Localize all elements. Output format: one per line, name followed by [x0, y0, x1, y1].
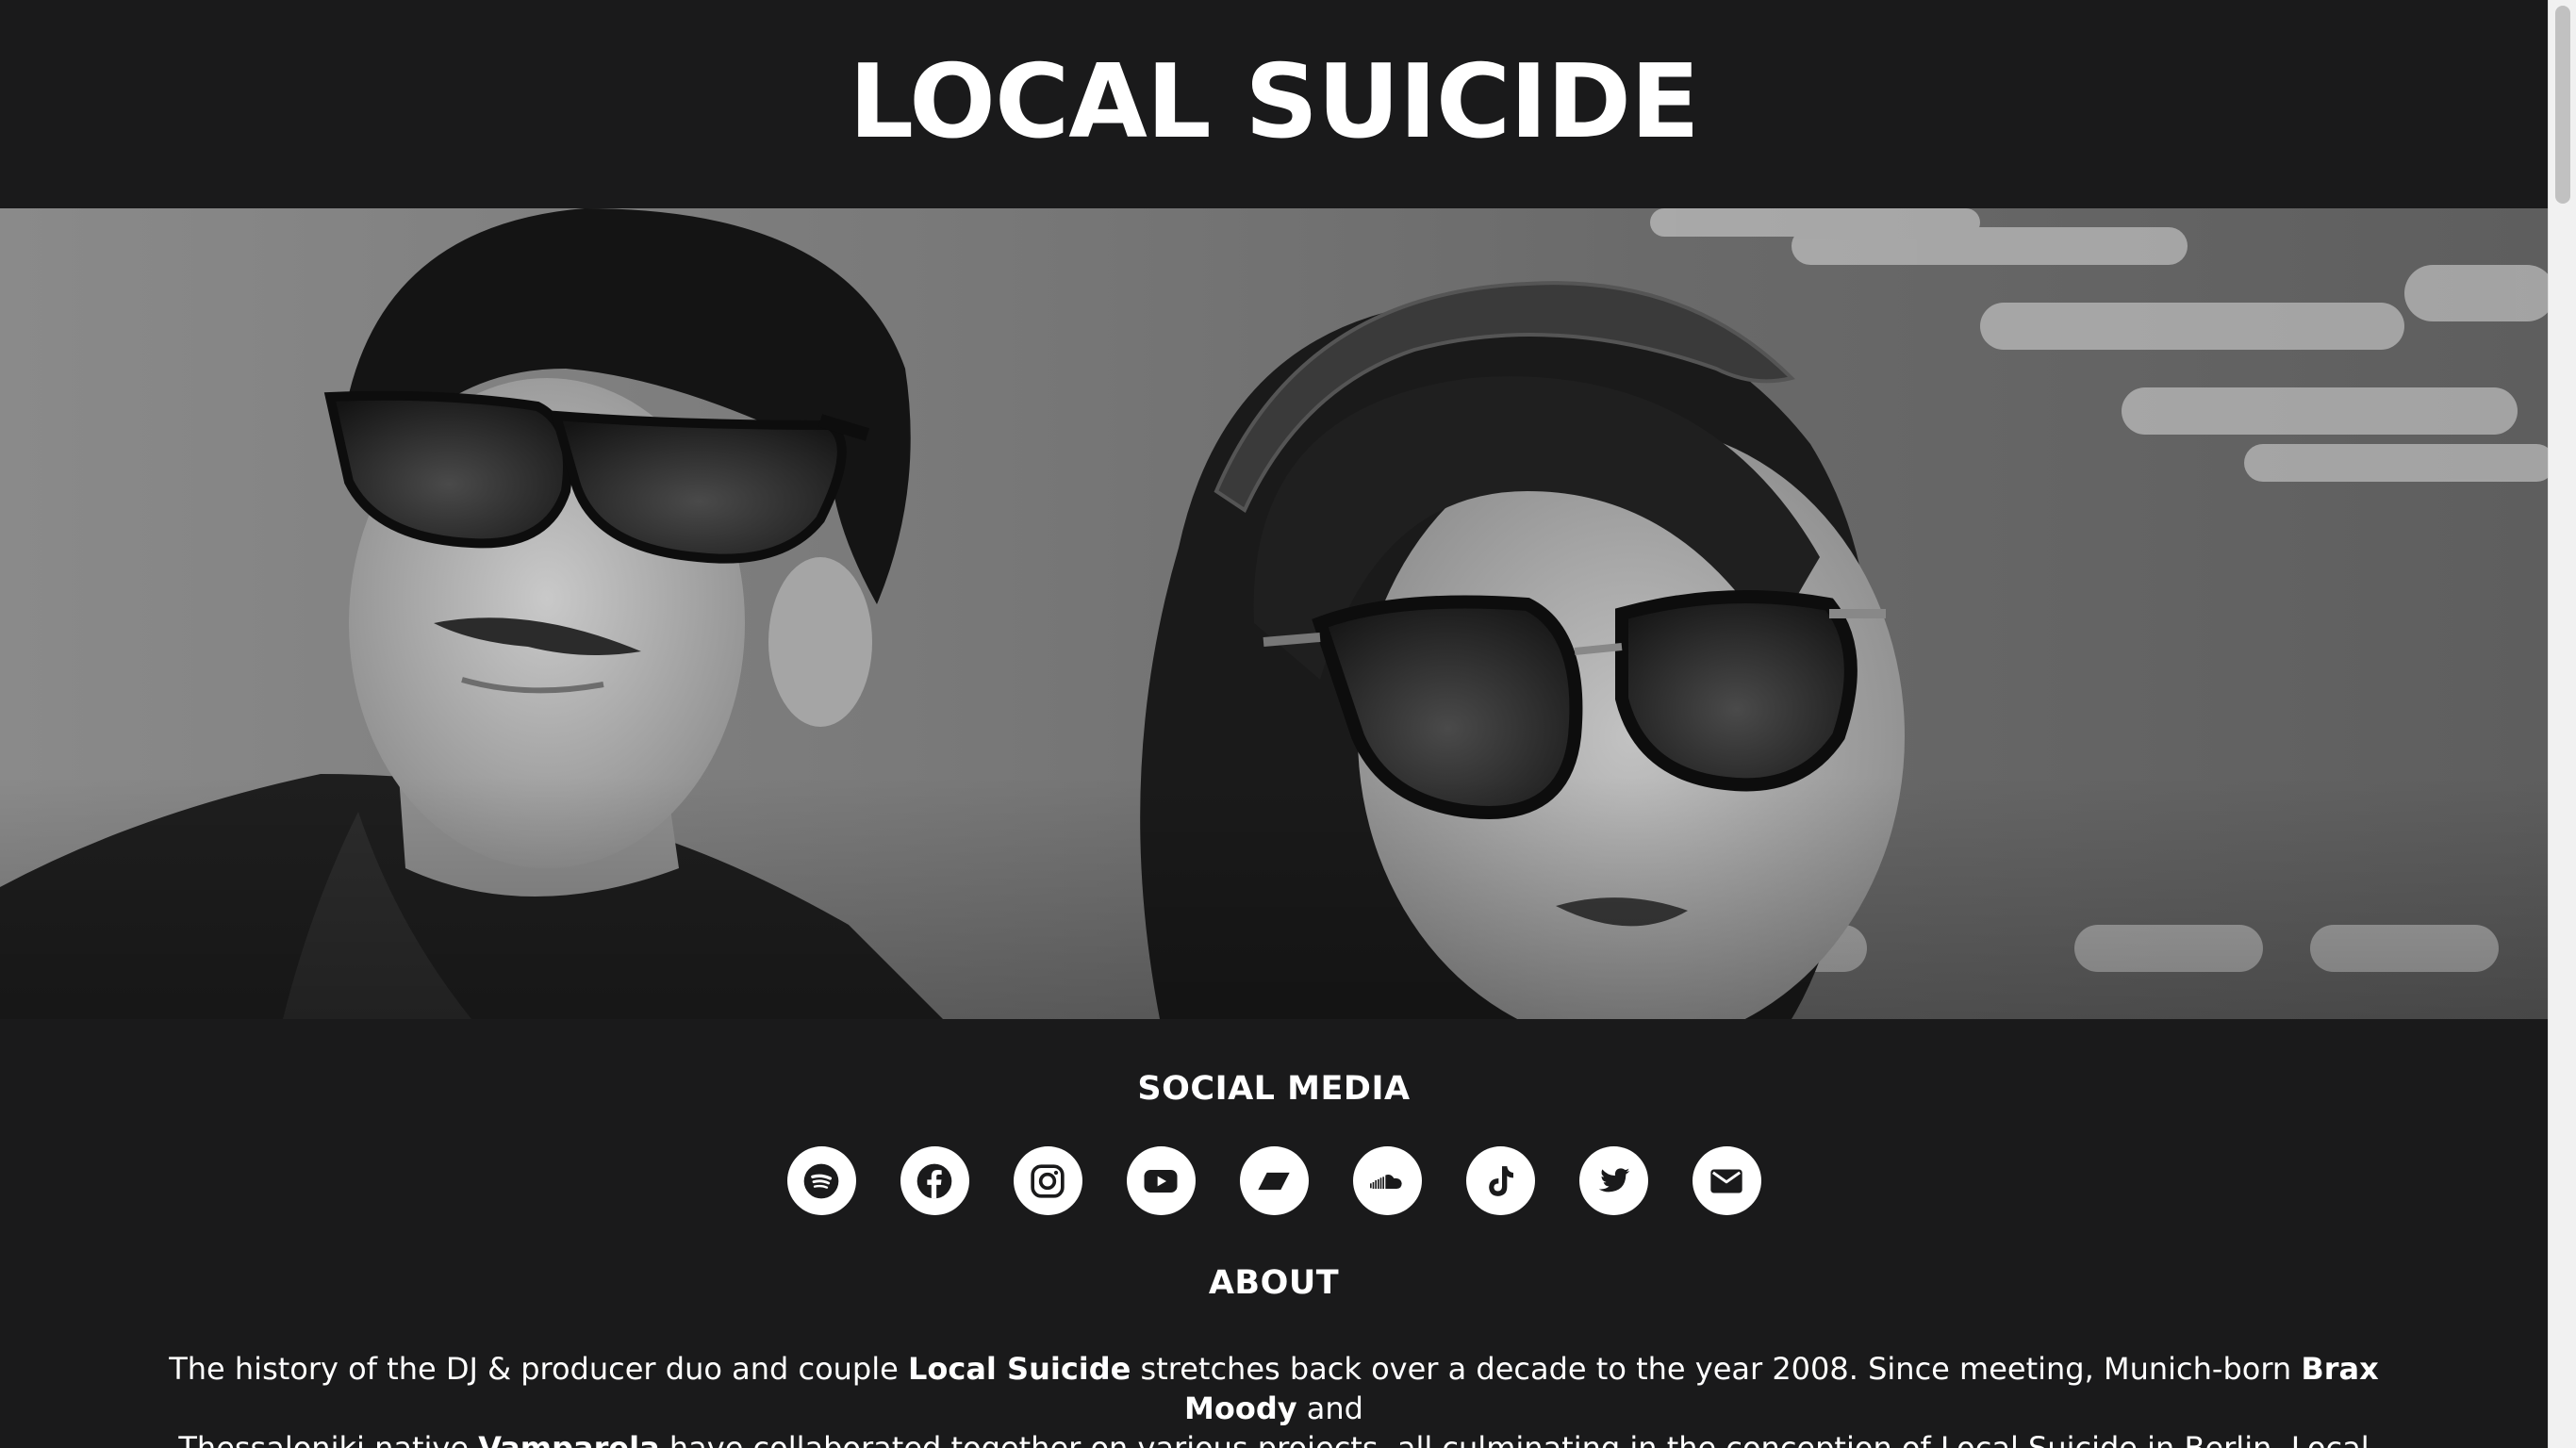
scrollbar-thumb[interactable] [2555, 6, 2570, 204]
tiktok-link[interactable] [1465, 1146, 1535, 1215]
about-text: The history of the DJ & producer duo and… [142, 1349, 2405, 1448]
site-header: LOCAL SUICIDE [0, 0, 2548, 208]
facebook-link[interactable] [900, 1146, 969, 1215]
social-media-heading: SOCIAL MEDIA [1137, 1070, 1411, 1108]
about-text-segment: Thessaloniki native [178, 1430, 479, 1448]
about-text-segment: The history of the DJ & producer duo and… [169, 1351, 908, 1387]
about-heading: ABOUT [1208, 1264, 1340, 1302]
about-text-segment: and [1296, 1390, 1363, 1426]
bandcamp-icon [1258, 1172, 1290, 1190]
about-bold-local-suicide: Local Suicide [907, 1351, 1131, 1387]
twitter-link[interactable] [1578, 1146, 1648, 1215]
soundcloud-icon [1370, 1174, 1402, 1189]
about-text-segment: have collaborated together on various pr… [669, 1430, 2370, 1448]
hero-photo [0, 208, 2548, 1019]
page: LOCAL SUICIDE SOCIAL MEDIA ABOUT The his… [0, 0, 2548, 1448]
spotify-icon [803, 1163, 839, 1198]
soundcloud-link[interactable] [1352, 1146, 1422, 1215]
about-text-segment: stretches back over a decade to the year… [1131, 1351, 2302, 1387]
social-links [0, 1146, 2548, 1215]
vertical-scrollbar[interactable] [2548, 0, 2576, 1448]
site-title[interactable]: LOCAL SUICIDE [849, 43, 1700, 161]
twitter-icon [1598, 1167, 1630, 1192]
instagram-link[interactable] [1013, 1146, 1082, 1215]
youtube-icon [1144, 1169, 1178, 1193]
email-icon [1710, 1169, 1742, 1193]
youtube-link[interactable] [1126, 1146, 1196, 1215]
instagram-icon [1031, 1163, 1065, 1198]
email-link[interactable] [1692, 1146, 1761, 1215]
about-bold-vamparela: Vamparela [478, 1430, 660, 1448]
facebook-icon [916, 1163, 952, 1198]
bandcamp-link[interactable] [1239, 1146, 1309, 1215]
tiktok-icon [1489, 1165, 1513, 1196]
hero-image [0, 208, 2548, 1019]
spotify-link[interactable] [786, 1146, 856, 1215]
